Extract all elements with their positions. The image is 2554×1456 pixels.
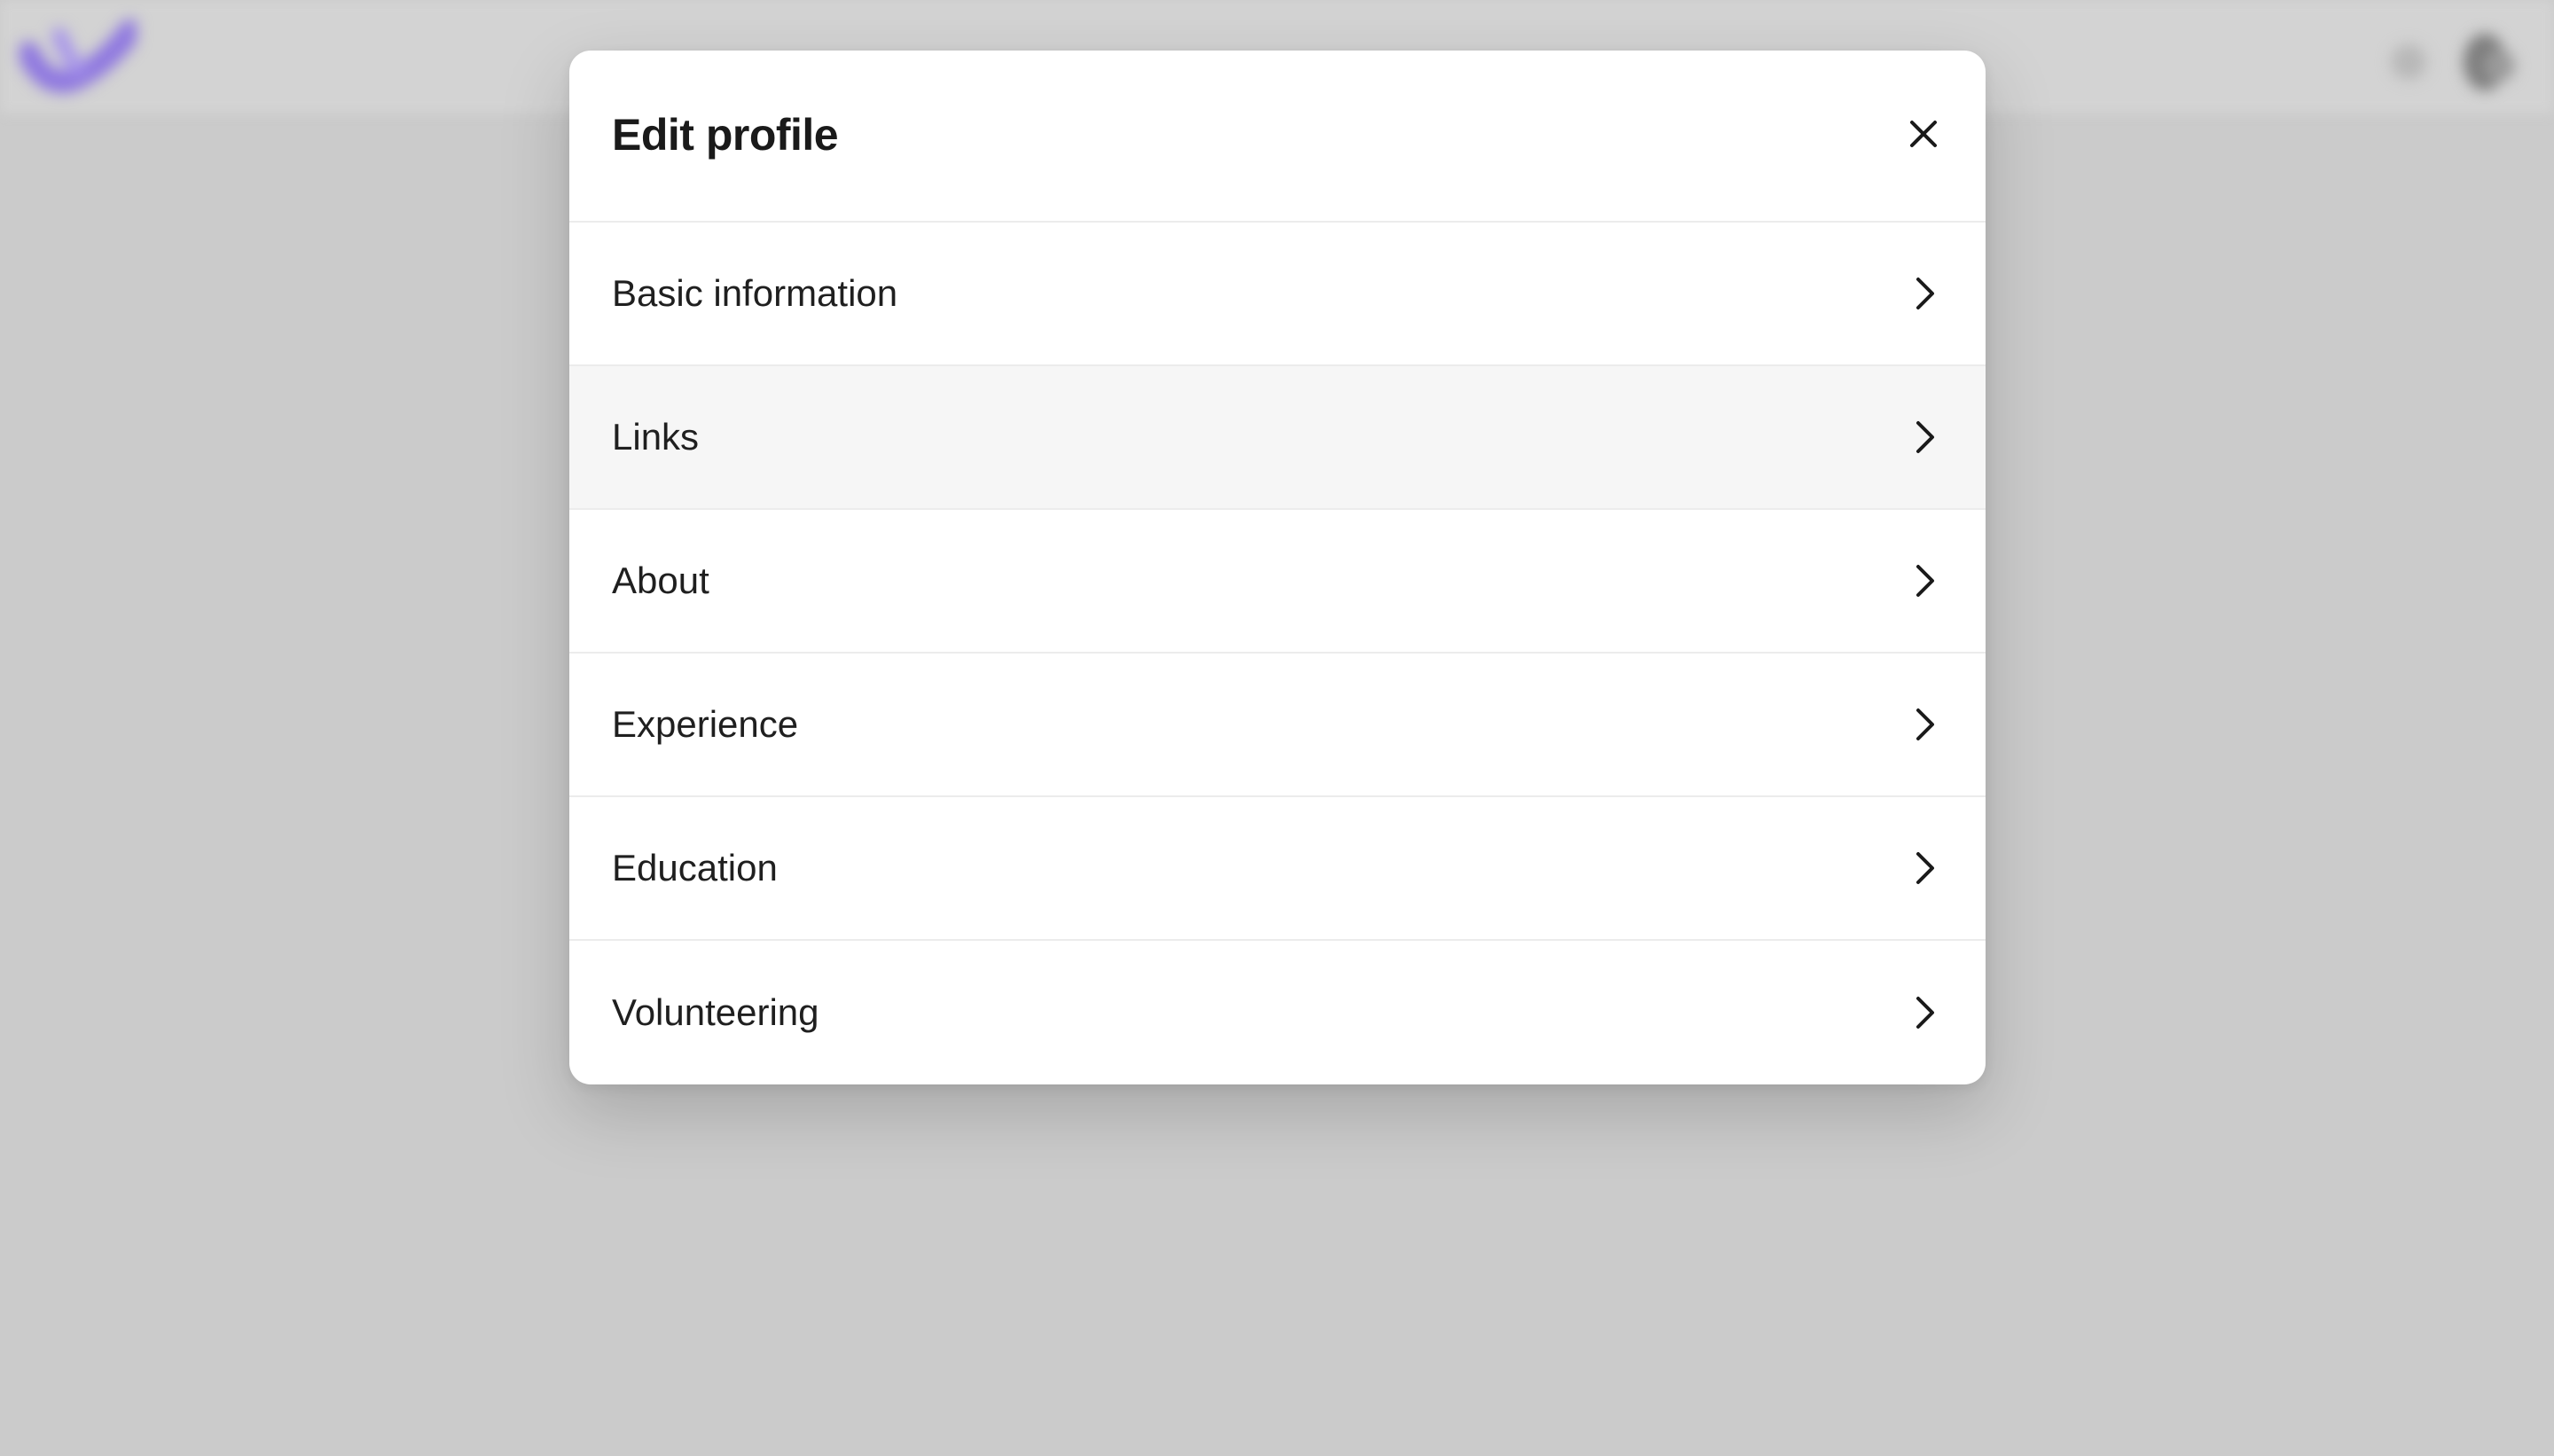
menu-item-education[interactable]: Education <box>569 797 1986 941</box>
chevron-right-icon <box>1908 563 1943 599</box>
close-button[interactable] <box>1895 106 1952 162</box>
menu-item-label: About <box>612 560 709 601</box>
dialog-title: Edit profile <box>612 110 839 160</box>
edit-profile-dialog: Edit profile Basic information Links Abo… <box>569 51 1986 1084</box>
brand-logo-icon <box>20 20 137 93</box>
menu-item-label: Volunteering <box>612 991 819 1033</box>
chevron-right-icon <box>1908 995 1943 1030</box>
menu-item-about[interactable]: About <box>569 510 1986 654</box>
chevron-right-icon <box>1908 850 1943 886</box>
menu-item-label: Education <box>612 847 778 888</box>
menu-item-basic-information[interactable]: Basic information <box>569 223 1986 366</box>
profile-sections-list: Basic information Links About Experience… <box>569 223 1986 1084</box>
menu-item-label: Basic information <box>612 272 898 314</box>
chevron-right-icon <box>1908 276 1943 311</box>
menu-item-experience[interactable]: Experience <box>569 654 1986 797</box>
menu-item-links[interactable]: Links <box>569 366 1986 510</box>
avatar <box>2464 34 2515 90</box>
menu-item-volunteering[interactable]: Volunteering <box>569 941 1986 1084</box>
chevron-right-icon <box>1908 419 1943 455</box>
menu-item-label: Links <box>612 416 700 458</box>
notification-icon <box>2391 44 2426 80</box>
menu-item-label: Experience <box>612 703 799 745</box>
chevron-right-icon <box>1908 707 1943 742</box>
dialog-header: Edit profile <box>569 51 1986 223</box>
close-icon <box>1910 121 1937 147</box>
